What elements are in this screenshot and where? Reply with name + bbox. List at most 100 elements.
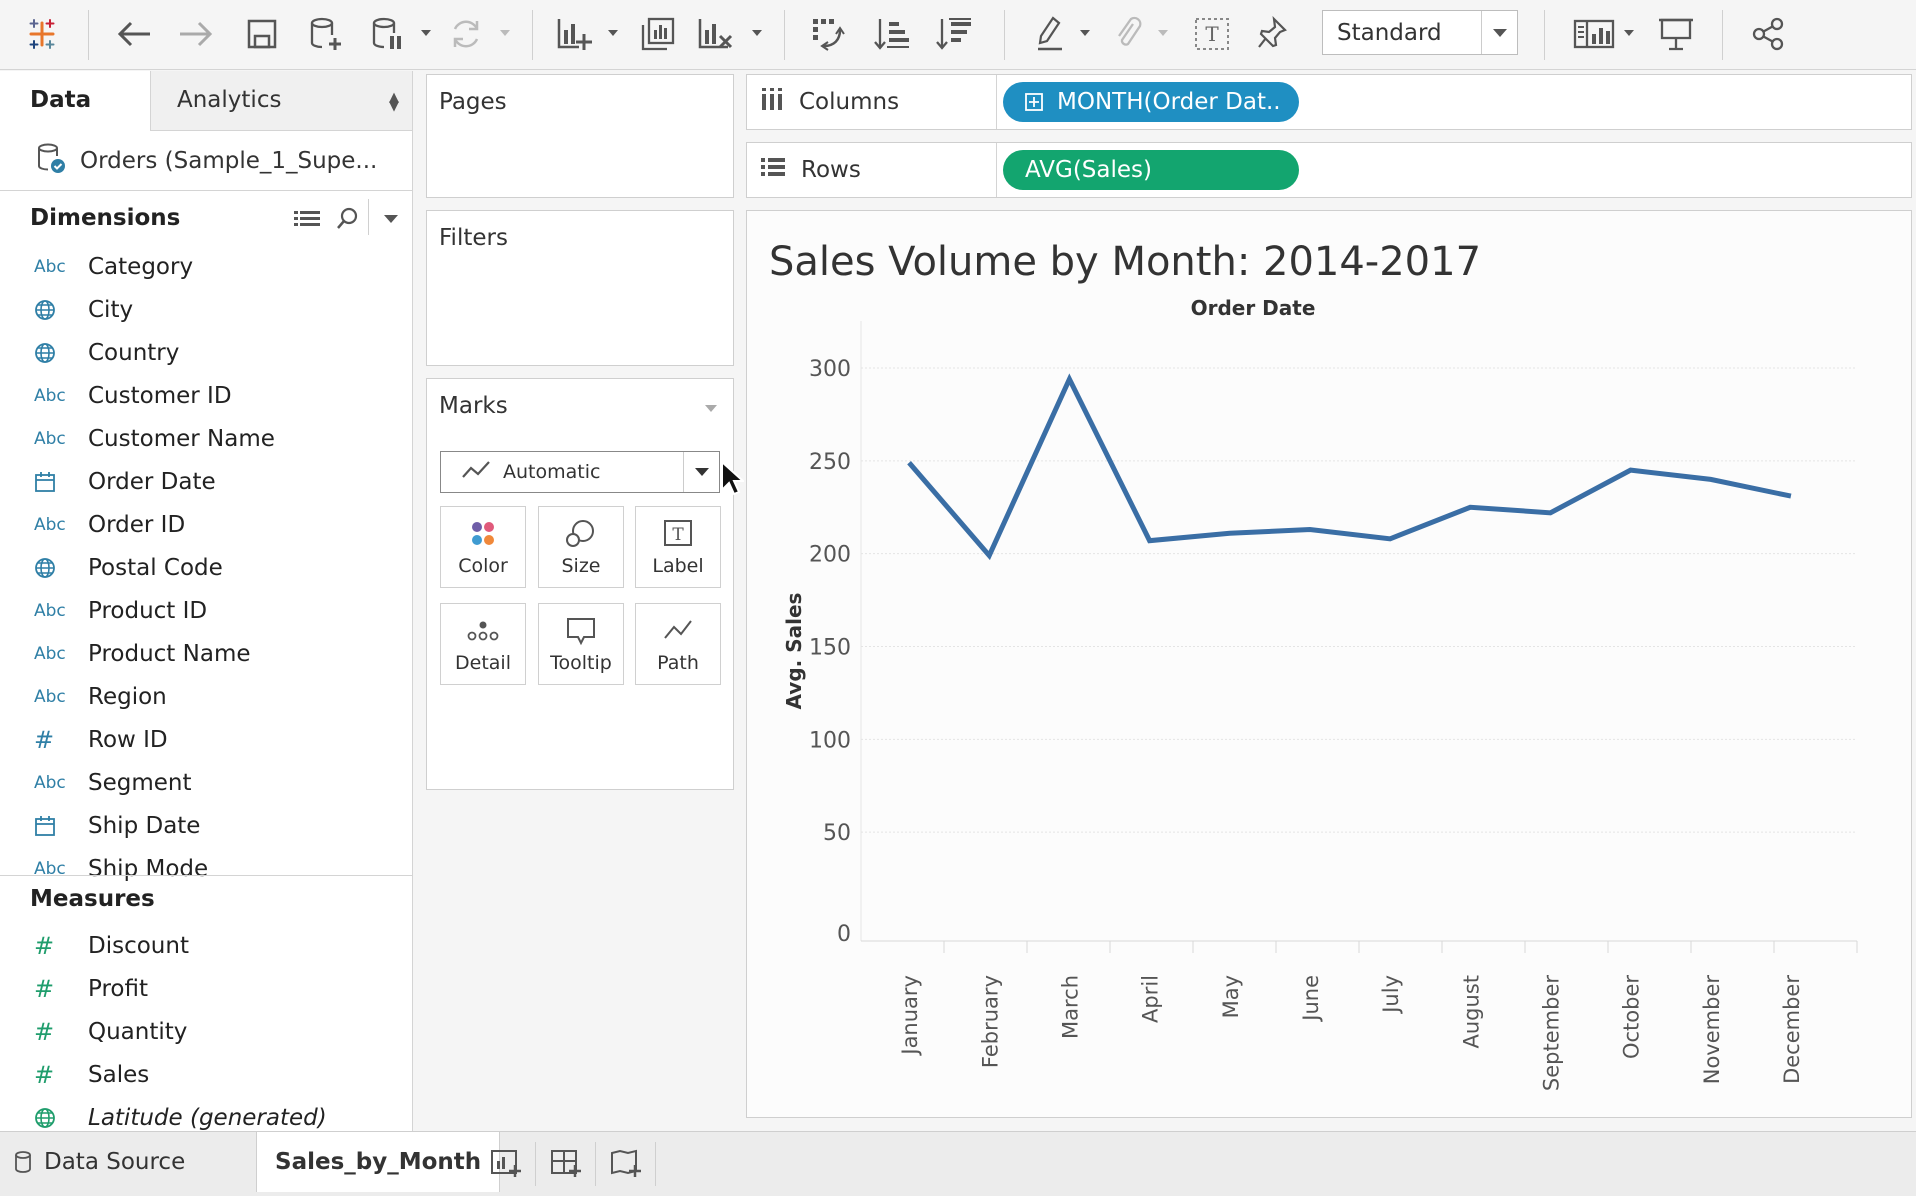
- dimension-field[interactable]: Abc Customer ID: [0, 375, 412, 417]
- marks-menu-icon[interactable]: [705, 405, 717, 412]
- field-label: Sales: [88, 1062, 150, 1088]
- new-worksheet-icon[interactable]: [552, 14, 596, 54]
- view-list-icon[interactable]: [294, 209, 320, 235]
- measure-field[interactable]: # Profit: [0, 968, 412, 1010]
- marks-card: Marks Automatic Color Size T Label Detai…: [426, 378, 734, 790]
- chevron-down-icon[interactable]: [1481, 11, 1517, 54]
- field-label: Product Name: [88, 641, 251, 667]
- visualization-area[interactable]: Sales Volume by Month: 2014-2017 Order D…: [746, 210, 1912, 1118]
- columns-pill-label: MONTH(Order Dat..: [1057, 89, 1281, 115]
- dimension-field[interactable]: Abc Customer Name: [0, 418, 412, 460]
- refresh-dropdown-icon[interactable]: [500, 30, 510, 36]
- columns-pill[interactable]: MONTH(Order Dat..: [1003, 82, 1299, 122]
- show-mark-labels-icon[interactable]: T: [1190, 14, 1234, 54]
- x-tick-label: September: [1539, 975, 1563, 1091]
- forward-arrow-icon[interactable]: [174, 14, 218, 54]
- size-icon: [539, 519, 623, 549]
- x-tick-label: February: [978, 975, 1002, 1068]
- dimension-field[interactable]: Postal Code: [0, 547, 412, 589]
- group-members-icon[interactable]: [1108, 14, 1148, 54]
- dimension-field[interactable]: City: [0, 289, 412, 331]
- pane-menu-dropdown-icon[interactable]: [384, 215, 398, 223]
- new-story-tab-icon[interactable]: [596, 1142, 656, 1186]
- string-type-icon: Abc: [34, 257, 66, 277]
- dimension-field[interactable]: Abc Region: [0, 676, 412, 718]
- rows-shelf[interactable]: Rows AVG(Sales): [746, 142, 1912, 198]
- y-axis-title: Avg. Sales: [782, 593, 806, 710]
- path-button[interactable]: Path: [635, 603, 721, 685]
- group-dropdown-icon[interactable]: [1158, 30, 1168, 36]
- dimension-field[interactable]: # Row ID: [0, 719, 412, 761]
- string-type-icon: Abc: [34, 687, 66, 707]
- share-icon[interactable]: [1746, 14, 1790, 54]
- presentation-mode-icon[interactable]: [1654, 14, 1698, 54]
- clear-sheet-dropdown-icon[interactable]: [752, 30, 762, 36]
- dimension-field[interactable]: Order Date: [0, 461, 412, 503]
- string-type-icon: Abc: [34, 773, 66, 793]
- size-button[interactable]: Size: [538, 506, 624, 588]
- pause-updates-icon[interactable]: [366, 14, 410, 54]
- sort-descending-icon[interactable]: [932, 14, 976, 54]
- color-button[interactable]: Color: [440, 506, 526, 588]
- measure-field[interactable]: Latitude (generated): [0, 1097, 412, 1131]
- rows-pill[interactable]: AVG(Sales): [1003, 150, 1299, 190]
- new-data-source-icon[interactable]: [304, 14, 348, 54]
- label-button[interactable]: T Label: [635, 506, 721, 588]
- dimension-field[interactable]: Abc Product ID: [0, 590, 412, 632]
- dimension-field[interactable]: Ship Date: [0, 805, 412, 847]
- tab-data[interactable]: Data: [0, 71, 150, 131]
- save-icon[interactable]: [240, 14, 284, 54]
- show-cards-icon[interactable]: [1570, 14, 1618, 54]
- measure-field[interactable]: # Quantity: [0, 1011, 412, 1053]
- string-type-icon: Abc: [34, 644, 66, 664]
- tooltip-button[interactable]: Tooltip: [538, 603, 624, 685]
- field-label: Segment: [88, 770, 192, 796]
- dimension-field[interactable]: Country: [0, 332, 412, 374]
- refresh-icon[interactable]: [444, 14, 488, 54]
- x-tick-label: May: [1219, 975, 1243, 1018]
- tab-sales-by-month[interactable]: Sales_by_Month: [256, 1132, 501, 1192]
- pages-card[interactable]: Pages: [426, 74, 734, 198]
- back-arrow-icon[interactable]: [112, 14, 156, 54]
- x-tick-label: June: [1299, 975, 1323, 1023]
- new-worksheet-tab-icon[interactable]: [476, 1142, 536, 1186]
- dimension-field[interactable]: Abc Order ID: [0, 504, 412, 546]
- sort-ascending-icon[interactable]: [870, 14, 914, 54]
- expand-plus-icon[interactable]: [1025, 93, 1043, 111]
- clear-sheet-icon[interactable]: [694, 14, 738, 54]
- columns-shelf[interactable]: Columns MONTH(Order Dat..: [746, 74, 1912, 130]
- new-dashboard-tab-icon[interactable]: [536, 1142, 596, 1186]
- filters-card[interactable]: Filters: [426, 210, 734, 366]
- field-label: Postal Code: [88, 555, 223, 581]
- duplicate-sheet-icon[interactable]: [636, 14, 680, 54]
- highlight-dropdown-icon[interactable]: [1080, 30, 1090, 36]
- search-icon[interactable]: [336, 207, 358, 235]
- chevron-down-icon[interactable]: [683, 452, 719, 492]
- dimension-field[interactable]: Abc Segment: [0, 762, 412, 804]
- marks-title: Marks: [439, 393, 508, 419]
- swap-rows-columns-icon[interactable]: [806, 14, 850, 54]
- field-label: Quantity: [88, 1019, 188, 1045]
- size-button-label: Size: [561, 555, 601, 577]
- tableau-logo-icon[interactable]: [20, 14, 64, 54]
- dimension-field[interactable]: Abc Ship Mode: [0, 848, 412, 890]
- pin-icon[interactable]: [1252, 14, 1292, 54]
- line-chart[interactable]: Order Date Avg. Sales 0 50 100 150 200 250 300 Ja…: [747, 211, 1911, 1117]
- dimension-field[interactable]: Abc Category: [0, 246, 412, 288]
- dimension-field[interactable]: Abc Product Name: [0, 633, 412, 675]
- highlight-icon[interactable]: [1030, 14, 1070, 54]
- field-label: Ship Date: [88, 813, 201, 839]
- pause-updates-dropdown-icon[interactable]: [421, 30, 431, 36]
- mark-type-select[interactable]: Automatic: [440, 451, 720, 493]
- columns-shelf-label: Columns: [747, 75, 997, 129]
- measure-field[interactable]: # Sales: [0, 1054, 412, 1096]
- tab-analytics[interactable]: Analytics ▲ ▼: [150, 71, 412, 131]
- show-cards-dropdown-icon[interactable]: [1624, 30, 1634, 36]
- datasource-name: Orders (Sample_1_Supe...: [80, 147, 378, 174]
- datasource-item[interactable]: Orders (Sample_1_Supe...: [0, 131, 412, 191]
- detail-button[interactable]: Detail: [440, 603, 526, 685]
- measure-field[interactable]: # Discount: [0, 925, 412, 967]
- tab-data-source[interactable]: Data Source: [14, 1132, 185, 1192]
- new-worksheet-dropdown-icon[interactable]: [608, 30, 618, 36]
- fit-select[interactable]: Standard: [1322, 10, 1518, 55]
